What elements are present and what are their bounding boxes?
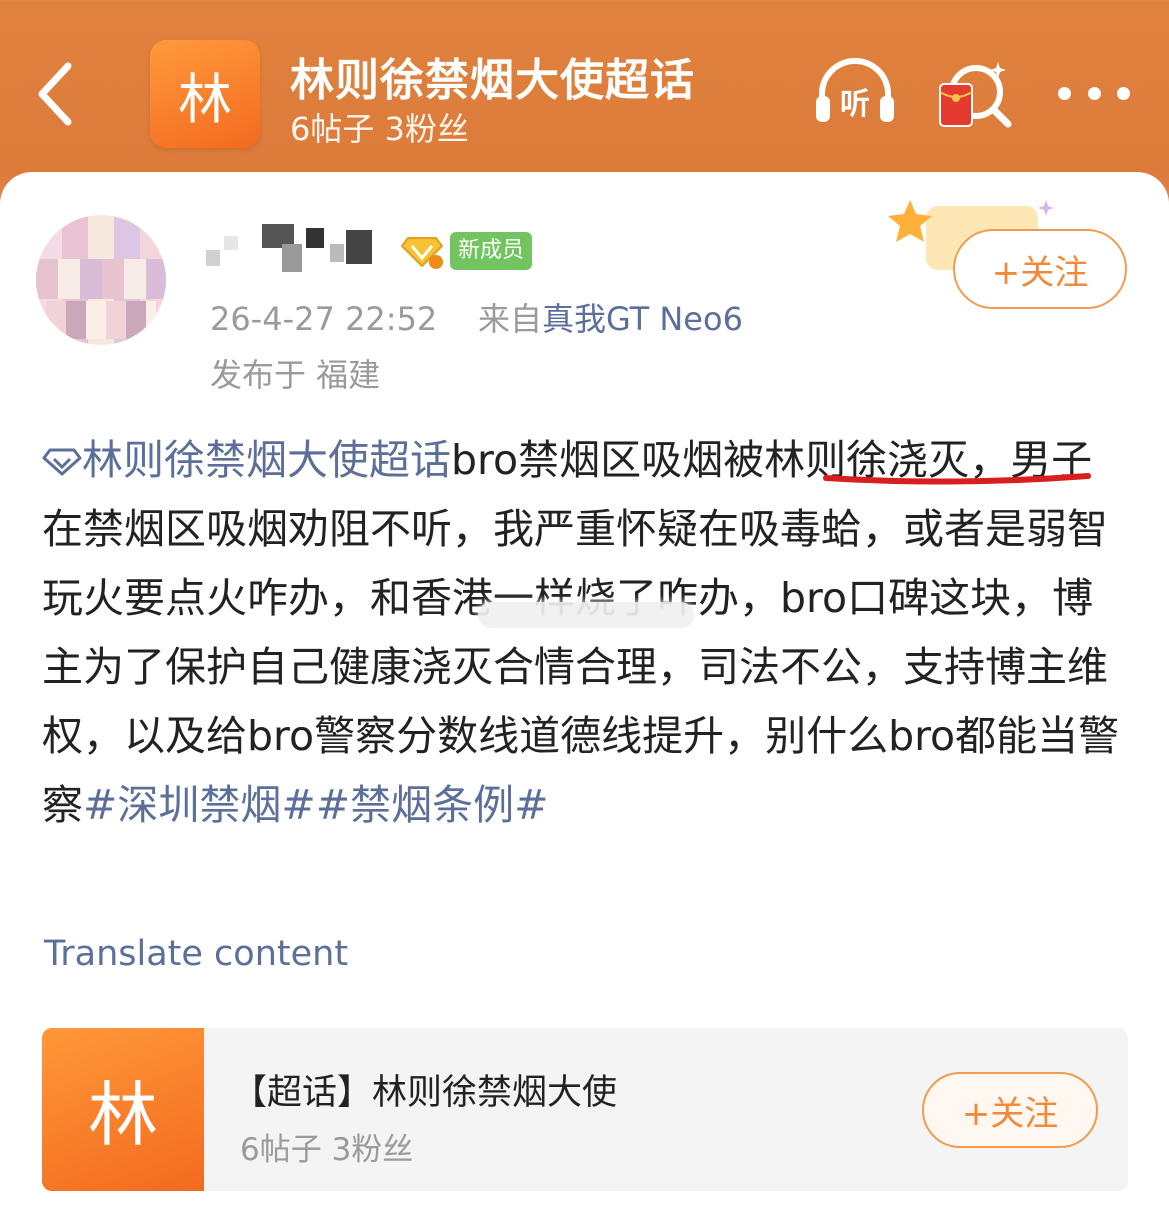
post-location: 发布于 福建 — [210, 356, 381, 394]
supertopic-follow-button[interactable]: +关注 — [922, 1072, 1098, 1148]
follow-button[interactable]: +关注 — [953, 229, 1127, 309]
supertopic-card-title: 【超话】林则徐禁烟大使 — [232, 1073, 618, 1113]
hashtag-link[interactable]: #禁烟条例# — [316, 781, 549, 829]
supertopic-card-stats: 6帖子 3粉丝 — [240, 1132, 414, 1168]
red-envelope-search-icon[interactable] — [936, 56, 1016, 132]
page-subtitle: 6帖子 3粉丝 — [290, 110, 469, 148]
more-dots-icon[interactable] — [1058, 78, 1130, 108]
avatar[interactable] — [36, 215, 166, 345]
supertopic-diamond-icon — [42, 448, 82, 476]
post-time: 26-4-27 22:52 — [210, 300, 438, 338]
supertopic-card-logo: 林 — [42, 1028, 204, 1191]
diamond-badge-icon[interactable] — [400, 234, 444, 270]
post-meta: 26-4-27 22:52 来自真我GT Neo6 — [210, 294, 743, 340]
svg-text:听: 听 — [840, 87, 870, 122]
top-bar: 林 林则徐禁烟大使超话 6帖子 3粉丝 听 — [0, 0, 1169, 175]
headphones-icon[interactable]: 听 — [812, 56, 898, 128]
chevron-left-icon[interactable] — [30, 58, 82, 130]
supertopic-card[interactable]: 林 【超话】林则徐禁烟大使 6帖子 3粉丝 +关注 — [42, 1028, 1128, 1191]
device-link[interactable]: 真我GT Neo6 — [542, 300, 743, 338]
post-content: bro禁烟区吸烟被林则徐浇灭，男子在禁烟区吸烟劝阻不听，我严重怀疑在吸毒蛤，或者… — [42, 436, 1120, 829]
from-label: 来自 — [477, 300, 542, 338]
floating-tip-overlay — [478, 602, 694, 628]
new-member-badge: 新成员 — [450, 232, 533, 270]
translate-link[interactable]: Translate content — [44, 934, 348, 974]
supertopic-logo[interactable]: 林 — [150, 40, 260, 148]
blurred-username[interactable] — [206, 222, 396, 278]
hashtag-link[interactable]: #深圳禁烟# — [83, 781, 316, 829]
red-underline-annotation — [823, 473, 1091, 485]
page-title: 林则徐禁烟大使超话 — [290, 55, 695, 106]
topic-link[interactable]: 林则徐禁烟大使超话 — [82, 436, 451, 484]
